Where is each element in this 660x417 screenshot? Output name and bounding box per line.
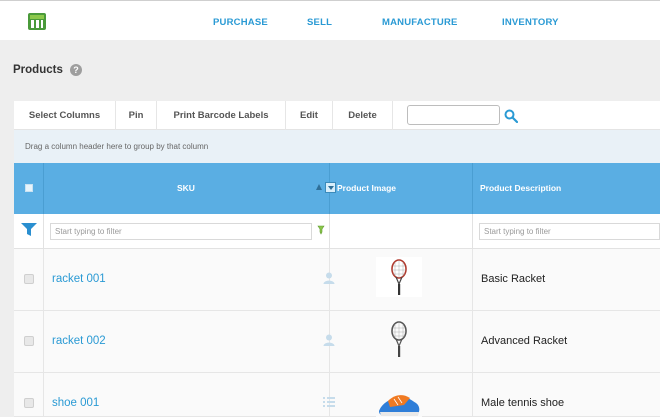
filter-funnel-icon[interactable] (21, 223, 37, 237)
tennis-racket-image (376, 257, 422, 297)
row-select-cell (14, 311, 44, 372)
edit-button[interactable]: Edit (286, 101, 333, 130)
tennis-shoe-image (376, 381, 422, 417)
page-title: Products (13, 64, 63, 76)
row-select-cell (14, 373, 44, 416)
print-barcode-labels-button[interactable]: Print Barcode Labels (157, 101, 286, 130)
sort-ascending-icon[interactable] (316, 184, 322, 190)
table-row[interactable]: racket 002 Advanced Racket (14, 311, 660, 373)
app-logo-icon[interactable] (27, 11, 47, 31)
search-icon[interactable] (504, 109, 518, 123)
nav-sell[interactable]: SELL (307, 17, 332, 28)
sku-filter-input[interactable] (50, 223, 312, 240)
description-filter-input[interactable] (479, 223, 660, 240)
filter-cell-sku (44, 214, 330, 249)
sku-cell: racket 002 (44, 311, 335, 372)
delete-button[interactable]: Delete (333, 101, 393, 130)
filter-cell-product-image (330, 214, 473, 249)
filter-cell-product-description (473, 214, 660, 249)
column-header-sku[interactable]: SKU (44, 163, 336, 214)
sku-link[interactable]: shoe 001 (52, 397, 99, 409)
product-description: Advanced Racket (481, 335, 568, 347)
column-header-product-image[interactable]: Product Image (330, 163, 473, 214)
column-header-product-image-label: Product Image (337, 183, 397, 193)
row-checkbox[interactable] (24, 336, 34, 346)
nav-manufacture[interactable]: MANUFACTURE (382, 17, 458, 28)
help-icon[interactable]: ? (70, 64, 82, 76)
row-checkbox[interactable] (24, 274, 34, 284)
table-row[interactable]: racket 001 Basic Racket (14, 249, 660, 311)
group-by-hint: Drag a column header here to group by th… (25, 142, 209, 151)
product-image-cell (330, 373, 473, 417)
group-by-drop-zone[interactable]: Drag a column header here to group by th… (14, 130, 660, 163)
sku-link[interactable]: racket 002 (52, 335, 106, 347)
header-select-all-cell (14, 163, 44, 214)
product-description: Male tennis shoe (481, 397, 565, 409)
nav-purchase[interactable]: PURCHASE (213, 17, 268, 28)
column-header-product-description[interactable]: Product Description (473, 163, 660, 214)
product-image-cell (330, 249, 473, 310)
product-image-cell (330, 311, 473, 372)
product-description-cell: Advanced Racket (473, 311, 660, 372)
sku-cell: shoe 001 (44, 373, 335, 416)
table-row[interactable]: shoe 001 Male tennis shoe (14, 373, 660, 417)
grid-toolbar: Select Columns Pin Print Barcode Labels … (14, 101, 660, 130)
grid-header-row: SKU Product Image Product Description (14, 163, 660, 214)
column-header-product-description-label: Product Description (480, 183, 562, 193)
sku-cell: racket 001 (44, 249, 335, 310)
nav-inventory[interactable]: INVENTORY (502, 17, 559, 28)
pin-button[interactable]: Pin (116, 101, 157, 130)
tennis-racket-image (376, 319, 422, 359)
product-description: Basic Racket (481, 273, 546, 285)
filter-icon-cell (14, 214, 44, 249)
row-select-cell (14, 249, 44, 310)
column-header-sku-label: SKU (177, 183, 195, 193)
search-input[interactable] (407, 105, 500, 125)
select-columns-button[interactable]: Select Columns (14, 101, 116, 130)
product-description-cell: Male tennis shoe (473, 373, 660, 416)
select-all-checkbox[interactable] (25, 184, 33, 192)
filter-options-icon[interactable] (316, 225, 326, 235)
row-checkbox[interactable] (24, 398, 34, 408)
top-navbar: PURCHASE SELL MANUFACTURE INVENTORY (0, 0, 660, 40)
product-description-cell: Basic Racket (473, 249, 660, 310)
sku-link[interactable]: racket 001 (52, 273, 106, 285)
grid-filter-row (14, 214, 660, 249)
